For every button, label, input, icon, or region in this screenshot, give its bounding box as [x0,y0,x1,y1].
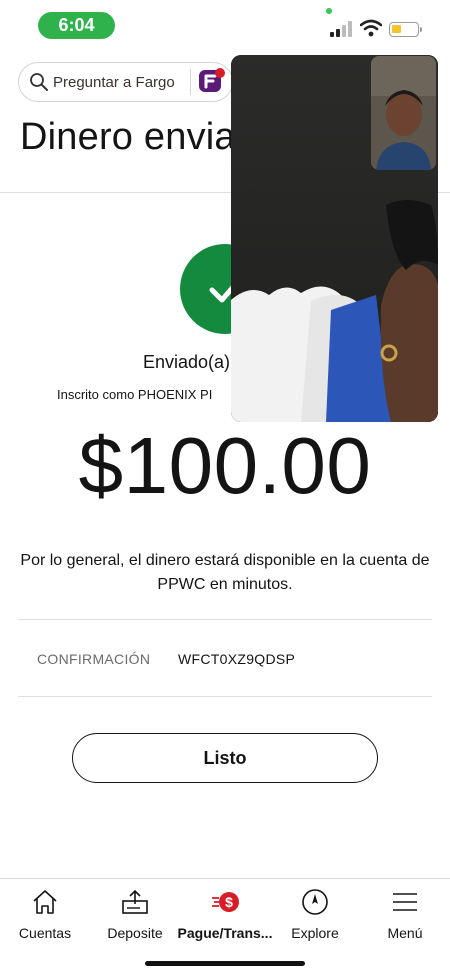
tab-label: Menú [387,925,423,941]
camera-indicator-dot [326,8,332,14]
tab-label: Cuentas [18,925,72,941]
tab-pague-transfiera[interactable]: $ Pague/Trans... [177,879,273,949]
self-view-camera[interactable] [371,56,436,170]
tab-cuentas[interactable]: Cuentas [0,879,90,949]
availability-notice: Por lo general, el dinero estará disponi… [20,552,430,593]
tab-label: Pague/Trans... [177,925,273,941]
svg-text:$: $ [225,894,233,910]
divider [18,696,432,697]
cellular-signal-icon [330,21,352,37]
home-icon [33,890,57,914]
compass-icon [302,889,328,915]
done-button[interactable]: Listo [72,733,378,783]
confirmation-code: WFCT0XZ9QDSP [178,651,296,667]
wifi-icon [360,19,382,37]
sent-status-label: Enviado(a) [143,352,231,372]
hamburger-menu-icon [393,893,417,911]
divider [18,619,432,620]
tab-deposite[interactable]: Deposite [90,879,180,949]
status-time: 6:04 [38,12,115,39]
tab-menu[interactable]: Menú [360,879,450,949]
tab-label: Explore [291,925,339,941]
confirmation-label: CONFIRMACIÓN [37,651,151,667]
tab-label: Deposite [107,925,163,941]
battery-level [392,25,401,33]
pay-transfer-icon: $ [212,892,239,912]
tab-explore[interactable]: Explore [270,879,360,949]
page-title: Dinero envia [20,116,236,158]
search-icon [30,73,48,91]
sent-amount: $100.00 [78,421,372,510]
search-divider [190,69,191,95]
home-indicator[interactable] [145,961,305,966]
status-bar: 6:04 [0,0,450,50]
deposit-icon [122,889,148,914]
search-placeholder: Preguntar a Fargo [53,73,175,91]
enrolled-as-text: Inscrito como PHOENIX PI [57,387,213,402]
self-view-image [371,56,436,170]
battery-icon [389,22,422,37]
fargo-icon[interactable] [198,67,226,95]
